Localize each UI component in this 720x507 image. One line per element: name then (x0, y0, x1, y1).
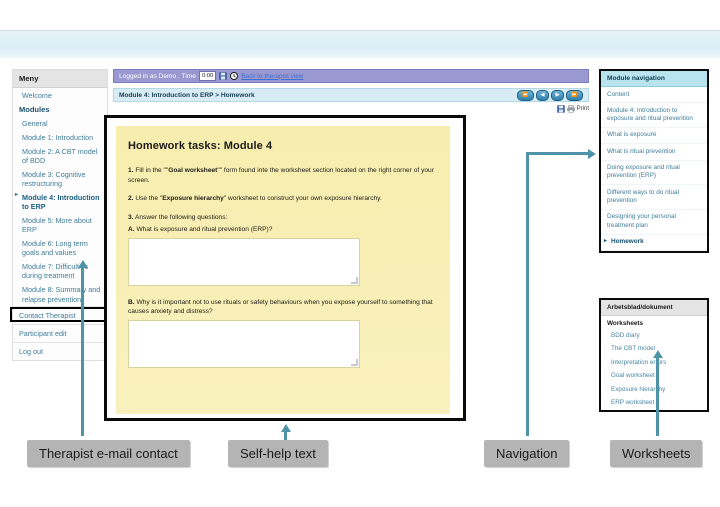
question-a-letter: A. (128, 226, 135, 234)
worksheet-item-goal-worksheet[interactable]: Goal worksheet (601, 369, 707, 382)
sidebar-item-log-out[interactable]: Log out (13, 342, 107, 360)
sidebar-item-module-8[interactable]: Module 8: Summary and relapse prevention (13, 283, 107, 306)
annotation-arrowhead-worksheets (652, 350, 663, 358)
module-nav-item-different-ways[interactable]: Different ways to do ritual prevention (601, 185, 707, 210)
annotation-label-worksheets: Worksheets (610, 440, 703, 467)
print-row: Print (113, 104, 589, 114)
module-nav-item-what-is-exposure[interactable]: What is exposure (601, 128, 707, 145)
sidebar-item-module-1[interactable]: Module 1: Introduction (13, 130, 107, 144)
task-1-bold: Goal worksheet (168, 167, 218, 174)
previous-page-button[interactable]: ◀ (536, 89, 549, 101)
self-help-content-frame: Homework tasks: Module 4 1. Fill in the … (104, 115, 466, 421)
task-2-text-b: " worksheet to construct your own exposu… (223, 195, 382, 203)
module-nav-item-doing-erp[interactable]: Doing exposure and ritual prevention (ER… (601, 161, 707, 186)
question-b-text: Why is it important not to use rituals o… (128, 298, 433, 316)
task-1-number: 1. (128, 167, 134, 174)
session-time-value: 0:00 (198, 71, 217, 81)
annotation-label-self-help-text: Self-help text (228, 440, 328, 467)
page-title: Homework tasks: Module 4 (128, 140, 273, 152)
annotation-label-navigation: Navigation (484, 440, 570, 467)
sidebar-item-module-2[interactable]: Module 2: A CBT model of BDD (13, 144, 107, 167)
task-2: 2. Use the "Exposure hierarchy" workshee… (128, 194, 438, 204)
breadcrumb: Module 4: Introduction to ERP > Homework… (113, 88, 589, 102)
back-to-therapist-view-link[interactable]: Back to therapist view (241, 73, 303, 80)
annotation-arrow-therapist (81, 268, 84, 436)
left-menu-header: Meny (13, 70, 107, 88)
task-3: 3. Answer the following questions: (128, 213, 438, 223)
sidebar-item-module-3[interactable]: Module 3: Cognitive restructuring (13, 167, 107, 190)
sidebar-item-general[interactable]: General (13, 116, 107, 130)
annotation-arrow-navigation-horizontal (526, 152, 588, 155)
breadcrumb-text: Module 4: Introduction to ERP > Homework (119, 91, 255, 99)
save-icon[interactable] (219, 72, 228, 80)
session-bar: Logged in as Demo . Time 0:00 Back to th… (113, 69, 589, 83)
annotation-arrowhead-therapist (77, 260, 88, 268)
annotation-arrowhead-navigation (588, 148, 596, 159)
module-nav-item-module-4[interactable]: Module 4: Introduction to exposure and r… (601, 103, 707, 128)
homework-card: Homework tasks: Module 4 1. Fill in the … (116, 126, 450, 414)
page-nav-buttons: ⏪ ◀ ▶ ⏩ (517, 89, 583, 101)
worksheets-panel-header: Arbetsblad/dokument (601, 300, 707, 316)
sidebar-item-module-5[interactable]: Module 5: More about ERP (13, 214, 107, 237)
save-icon[interactable] (556, 105, 565, 113)
clock-icon[interactable] (230, 72, 239, 80)
sidebar-item-participant-edit[interactable]: Participant edit (13, 324, 107, 342)
sidebar-item-welcome[interactable]: Welcome (13, 88, 107, 102)
task-1: 1. Fill in the ""Goal worksheet"" form f… (128, 166, 438, 185)
task-3-number: 3. (128, 213, 134, 221)
browser-top-band (0, 30, 720, 60)
module-navigation-panel: Module navigation Content Module 4: Intr… (599, 69, 709, 253)
module-nav-item-treatment-plan[interactable]: Designing your personal treatment plan (601, 210, 707, 235)
annotation-arrow-navigation-vertical (526, 152, 529, 436)
next-page-button[interactable]: ▶ (551, 89, 564, 101)
worksheet-item-exposure-hierarchy[interactable]: Exposure hierarchy (601, 383, 707, 396)
contact-therapist-highlight-box (10, 307, 109, 322)
sidebar-item-module-4[interactable]: Module 4: Introduction to ERP (13, 190, 107, 213)
logged-in-label: Logged in as Demo . Time (119, 72, 196, 80)
sidebar-item-module-7[interactable]: Module 7: Difficulties during treatment (13, 260, 107, 283)
question-a-text: What is exposure and ritual prevention (… (136, 226, 273, 234)
task-2-text-a: Use the " (135, 195, 163, 203)
annotation-arrow-worksheets (656, 358, 659, 436)
question-a-textarea[interactable] (128, 237, 360, 286)
left-menu-modules-header: Modules (19, 105, 50, 115)
task-2-bold: Exposure hierarchy (162, 195, 224, 203)
question-b-label: B. Why is it important not to use ritual… (128, 298, 438, 317)
module-nav-item-what-is-ritual-prevention[interactable]: What is ritual prevention (601, 144, 707, 161)
task-2-number: 2. (128, 195, 134, 203)
sidebar-item-module-6[interactable]: Module 6: Long term goals and values (13, 237, 107, 260)
module-navigation-header: Module navigation (601, 71, 707, 87)
question-b-letter: B. (128, 298, 135, 306)
print-label[interactable]: Print (577, 106, 589, 112)
annotation-arrowhead-selfhelp (280, 424, 291, 432)
worksheets-subheader: Worksheets (607, 320, 644, 327)
worksheet-item-erp-worksheet[interactable]: ERP worksheet (601, 396, 707, 409)
question-a-label: A. What is exposure and ritual preventio… (128, 225, 438, 235)
worksheet-item-bdd-diary[interactable]: BDD diary (601, 329, 707, 342)
module-nav-item-content[interactable]: Content (601, 87, 707, 104)
task-3-text: Answer the following questions: (134, 213, 228, 221)
task-1-text-a: Fill in the "" (135, 167, 169, 174)
module-nav-item-homework[interactable]: Homework (601, 235, 707, 251)
printer-icon[interactable] (566, 105, 575, 113)
page-canvas: Meny Welcome Modules General Module 1: I… (0, 58, 720, 430)
annotation-label-therapist-email-contact: Therapist e-mail contact (27, 440, 190, 467)
last-page-button[interactable]: ⏩ (566, 89, 583, 101)
first-page-button[interactable]: ⏪ (517, 89, 534, 101)
question-b-textarea[interactable] (128, 319, 360, 368)
